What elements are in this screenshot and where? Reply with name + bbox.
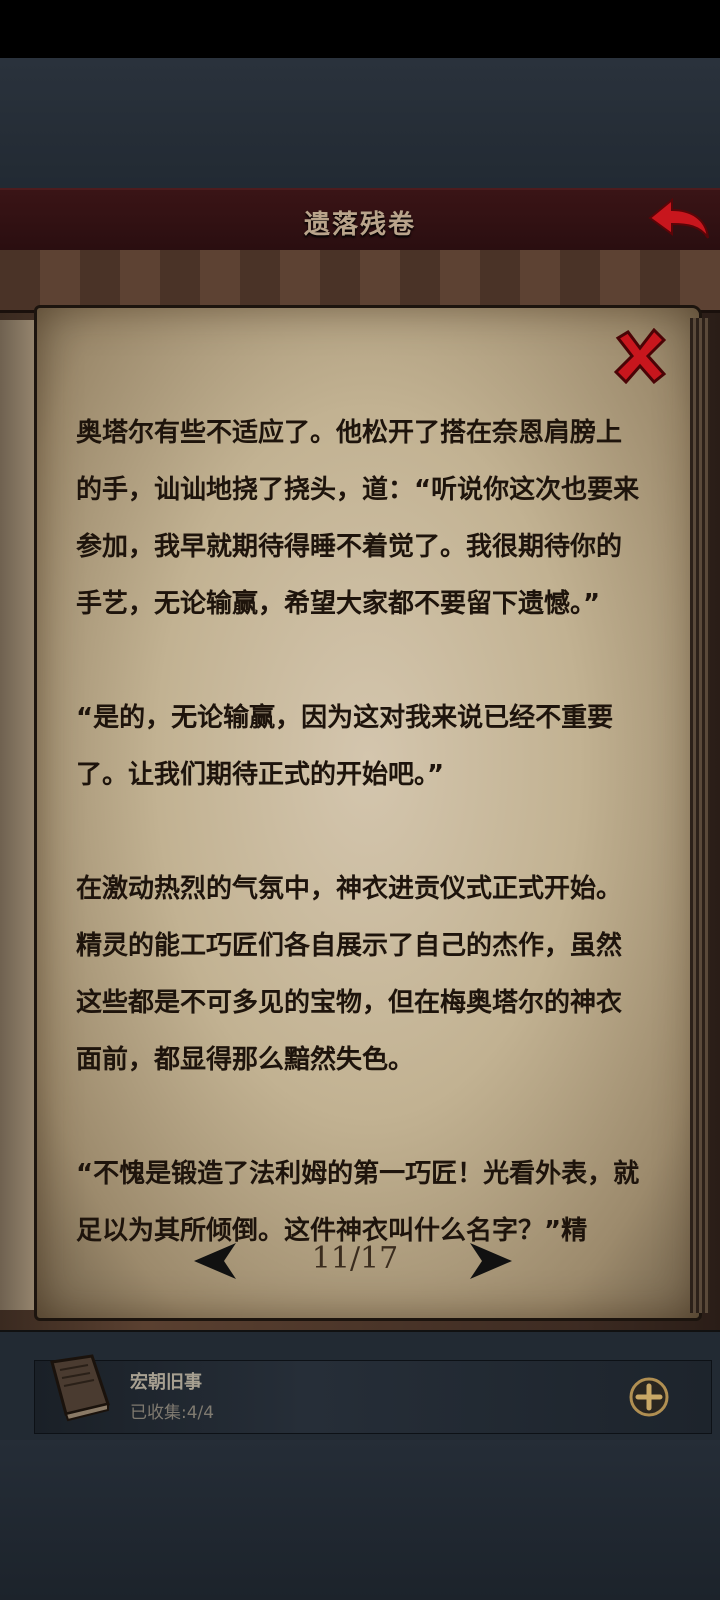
bookshelf-frame [0, 250, 720, 313]
prev-page-button[interactable] [192, 1241, 238, 1281]
background-top [0, 58, 720, 188]
paragraph-3: 在激动热烈的气氛中，神衣进贡仪式正式开始。精灵的能工巧匠们各自展示了自己的杰作，… [76, 874, 623, 1075]
paragraph-1: 奥塔尔有些不适应了。他松开了搭在奈恩肩膀上的手，讪讪地挠了挠头，道：“听说你这次… [76, 418, 640, 619]
collection-name: 宏朝旧事 [130, 1372, 202, 1393]
back-button[interactable] [646, 196, 712, 244]
story-text: 奥塔尔有些不适应了。他松开了搭在奈恩肩膀上的手，讪讪地挠了挠头，道：“听说你这次… [76, 405, 646, 1317]
plus-icon [629, 1377, 669, 1417]
close-x-icon [613, 327, 667, 385]
add-button[interactable] [628, 1376, 670, 1418]
page-title: 遗落残卷 [303, 210, 416, 240]
collection-progress-label: 已收集: [130, 1403, 187, 1423]
collection-progress: 已收集:4/4 [130, 1398, 214, 1423]
right-page-edge [690, 318, 710, 1313]
collection-progress-value: 4/4 [186, 1403, 215, 1423]
paragraph-2: “是的，无论输赢，因为这对我来说已经不重要了。让我们期待正式的开始吧。” [76, 703, 614, 790]
close-button[interactable] [612, 327, 668, 385]
arrow-left-icon [194, 1243, 236, 1279]
back-arrow-icon [648, 197, 709, 239]
page-number: 11/17 [311, 1241, 399, 1276]
background-bottom [0, 1440, 720, 1600]
arrow-right-icon [470, 1243, 512, 1279]
book-icon [42, 1348, 118, 1424]
status-bar [0, 0, 720, 58]
title-bar: 遗落残卷 [0, 188, 720, 252]
pager: 11/17 [190, 1237, 520, 1283]
next-page-button[interactable] [468, 1241, 514, 1281]
